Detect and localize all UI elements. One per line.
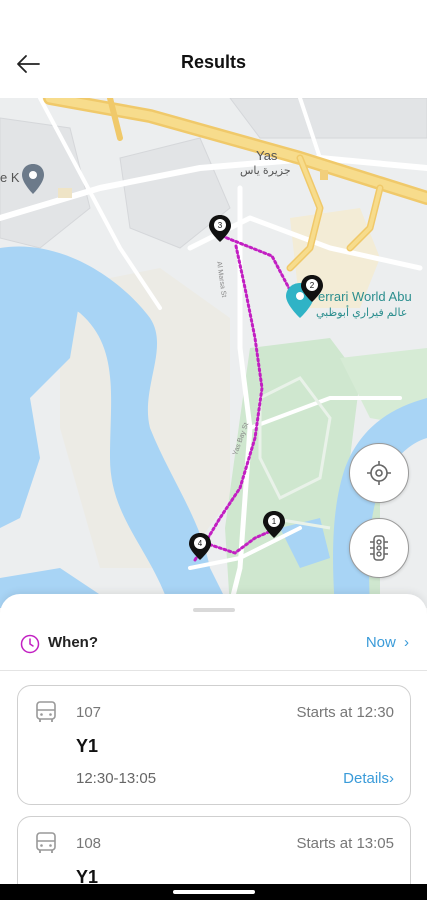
page-title: Results xyxy=(180,52,247,72)
results-sheet[interactable]: When? Now › 107 Starts at 12:30 Y1 12:30… xyxy=(0,594,427,890)
map-label-ferrari-world: errari World Abu xyxy=(318,289,412,304)
trip-card[interactable]: 107 Starts at 12:30 Y1 12:30-13:05 Detai… xyxy=(17,685,411,805)
trip-number: 108 xyxy=(76,835,102,852)
stop-marker[interactable]: 1 xyxy=(263,511,285,538)
app-header: Results xyxy=(0,0,427,98)
divider xyxy=(0,670,427,671)
stop-number: 3 xyxy=(218,221,223,230)
stop-number: 2 xyxy=(310,281,315,290)
stop-number: 1 xyxy=(272,517,277,526)
map-label-yas: Yas xyxy=(256,148,278,163)
traffic-button[interactable] xyxy=(349,518,409,578)
bus-icon xyxy=(36,701,56,722)
when-label: When? xyxy=(48,634,98,651)
when-value: Now xyxy=(365,634,396,651)
map-label-place: e K xyxy=(0,170,20,185)
home-gesture-pill[interactable] xyxy=(173,890,255,894)
details-link[interactable]: Details› xyxy=(343,770,394,787)
traffic-light-icon xyxy=(370,535,388,561)
clock-icon xyxy=(20,634,40,654)
system-nav-bar xyxy=(0,884,427,900)
details-label: Details xyxy=(343,770,389,787)
chevron-right-icon: › xyxy=(389,770,394,787)
chevron-right-icon: › xyxy=(404,634,409,651)
stop-number: 4 xyxy=(198,539,203,548)
trip-number: 107 xyxy=(76,704,102,721)
bus-icon xyxy=(36,832,56,853)
trip-start-time: Starts at 12:30 xyxy=(296,704,394,721)
map-label-ferrari-arabic: عالم فيراري أبوظبي xyxy=(316,307,408,319)
trip-time-range: 12:30-13:05 xyxy=(76,770,157,787)
when-now-selector[interactable]: Now › xyxy=(366,634,409,651)
drag-handle[interactable] xyxy=(193,608,235,612)
map-label-yas-arabic: جزيرة ياس xyxy=(240,165,291,177)
stop-marker[interactable]: 4 xyxy=(189,533,211,560)
trip-route: Y1 xyxy=(76,736,99,756)
when-row[interactable]: When? Now › xyxy=(0,622,427,666)
route-map[interactable]: 3 2 1 4 Yas جزيرة ياس e K errari World A… xyxy=(0,98,427,608)
trip-card[interactable]: 108 Starts at 13:05 Y1 xyxy=(17,816,411,890)
locate-me-button[interactable] xyxy=(349,443,409,503)
stop-marker[interactable]: 3 xyxy=(209,215,231,242)
trip-start-time: Starts at 13:05 xyxy=(296,835,394,852)
crosshair-icon xyxy=(367,461,391,485)
